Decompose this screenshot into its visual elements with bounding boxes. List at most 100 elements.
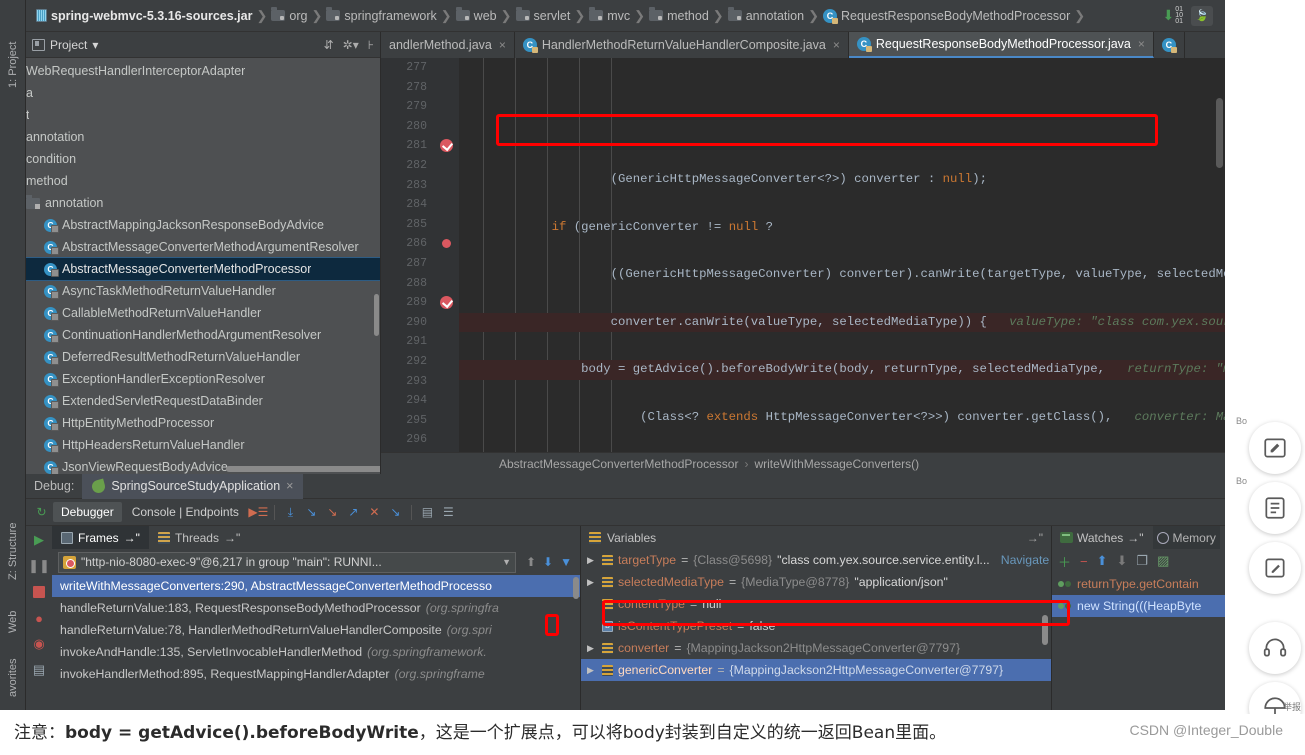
step-out-icon[interactable]: ↗ <box>344 503 363 522</box>
watch-settings-icon[interactable]: ▨ <box>1157 553 1169 569</box>
stack-frame-row[interactable]: invokeHandlerMethod:895, RequestMappingH… <box>52 663 580 685</box>
fab-support[interactable] <box>1249 622 1301 674</box>
tree-item-class[interactable]: C AbstractMessageConverterMethodArgument… <box>26 236 380 258</box>
watch-row[interactable]: returnType.getContain <box>1052 573 1225 595</box>
expand-triangle-icon[interactable]: ▶ <box>587 643 597 654</box>
close-icon[interactable]: × <box>833 38 840 52</box>
breadcrumb-org[interactable]: org <box>269 3 309 29</box>
remove-watch-icon[interactable]: − <box>1080 554 1088 569</box>
editor-tab-handler-method-return-value-handler-composite[interactable]: C HandlerMethodReturnValueHandlerComposi… <box>515 32 849 58</box>
tree-item-class-selected[interactable]: C AbstractMessageConverterMethodProcesso… <box>26 257 380 281</box>
layout-settings-icon[interactable]: ☰ <box>439 503 458 522</box>
filter-icon[interactable]: ▼ <box>560 555 572 569</box>
thread-selector[interactable]: "http-nio-8080-exec-9"@6,217 in group "m… <box>58 551 516 573</box>
project-tree-vertical-scrollbar[interactable] <box>374 294 379 336</box>
expand-triangle-icon[interactable]: ▶ <box>587 665 597 676</box>
call-stack-list[interactable]: writeWithMessageConverters:290, Abstract… <box>52 575 580 685</box>
copy-icon[interactable]: ❐ <box>1136 553 1148 569</box>
pause-program-icon[interactable]: ❚❚ <box>28 556 50 576</box>
stop-icon[interactable] <box>29 582 49 602</box>
step-into-icon[interactable]: ↘ <box>302 503 321 522</box>
tree-item-class[interactable]: C ExtendedServletRequestDataBinder <box>26 390 380 412</box>
tree-item-class[interactable]: C ExceptionHandlerExceptionResolver <box>26 368 380 390</box>
variable-row[interactable]: ▶ B isContentTypePreset = false <box>581 615 1051 637</box>
sidebar-tab-favorites[interactable]: avorites <box>0 648 26 708</box>
drop-frame-icon[interactable]: ✕ <box>365 503 384 522</box>
project-title[interactable]: Project ▾ <box>32 38 98 52</box>
project-tree[interactable]: WebRequestHandlerInterceptorAdapter a t … <box>26 58 380 474</box>
chevron-down-icon[interactable]: ▼ <box>496 557 511 567</box>
debug-session-tab[interactable]: SpringSourceStudyApplication × <box>82 473 304 499</box>
sidebar-tab-web[interactable]: Web <box>0 600 26 644</box>
variable-row[interactable]: ▶ selectedMediaType = {MediaType@8778} "… <box>581 571 1051 593</box>
breadcrumb-current-method[interactable]: writeWithMessageConverters() <box>754 457 919 471</box>
move-down-icon[interactable]: ⬇ <box>1117 553 1128 569</box>
breadcrumb-class[interactable]: C RequestResponseBodyMethodProcessor <box>821 3 1072 29</box>
tab-threads[interactable]: Threads →" <box>149 526 249 549</box>
mute-breakpoints-icon[interactable]: ◉ <box>29 634 49 654</box>
show-execution-point-icon[interactable]: ▶☰ <box>248 503 268 522</box>
variable-row[interactable]: ▶ converter = {MappingJackson2HttpMessag… <box>581 637 1051 659</box>
stack-frame-row[interactable]: handleReturnValue:183, RequestResponseBo… <box>52 597 580 619</box>
force-step-into-icon[interactable]: ↘ <box>323 503 342 522</box>
editor-tab-handler-method[interactable]: andlerMethod.java × <box>381 32 515 58</box>
variables-settings-icon[interactable]: →" <box>1027 531 1043 545</box>
sort-up-icon[interactable]: ⬆ <box>526 555 536 569</box>
rerun-icon[interactable]: ↻ <box>32 503 51 522</box>
sort-down-icon[interactable]: ⬇ <box>543 555 553 569</box>
editor-vertical-scrollbar[interactable] <box>1216 98 1223 168</box>
tab-frames[interactable]: Frames →" <box>52 526 149 549</box>
view-breakpoints-icon[interactable]: ● <box>29 608 49 628</box>
variables-scrollbar[interactable] <box>1042 615 1048 645</box>
tab-memory[interactable]: Memory <box>1152 526 1220 549</box>
breakpoint-icon[interactable] <box>442 239 451 249</box>
project-tree-horizontal-scrollbar[interactable] <box>226 466 380 472</box>
breakpoint-icon[interactable] <box>440 139 453 153</box>
breadcrumb-servlet[interactable]: servlet <box>514 3 573 29</box>
breadcrumb-jar[interactable]: spring-webmvc-5.3.16-sources.jar <box>34 3 254 29</box>
breadcrumb-mvc[interactable]: mvc <box>587 3 632 29</box>
expand-triangle-icon[interactable]: ▶ <box>587 555 597 566</box>
code-text[interactable]: (GenericHttpMessageConverter<?>) convert… <box>459 58 1225 452</box>
variable-row[interactable]: ▶ targetType = {Class@5698} "class com.y… <box>581 549 1051 571</box>
chevron-down-icon[interactable]: ▾ <box>92 38 98 52</box>
fab-article[interactable] <box>1249 482 1301 534</box>
tree-item[interactable]: a <box>26 82 380 104</box>
fab-write[interactable] <box>1249 542 1301 594</box>
tree-item[interactable]: WebRequestHandlerInterceptorAdapter <box>26 60 380 82</box>
tree-item[interactable]: annotation <box>26 126 380 148</box>
stack-frame-row[interactable]: handleReturnValue:78, HandlerMethodRetur… <box>52 619 580 641</box>
tree-item-class[interactable]: C AbstractMappingJacksonResponseBodyAdvi… <box>26 214 380 236</box>
editor-tab-request-response-body-method-processor[interactable]: C RequestResponseBodyMethodProcessor.jav… <box>848 32 1154 58</box>
editor-tab-overflow[interactable]: C <box>1154 32 1185 58</box>
sidebar-tab-structure[interactable]: Z: Structure <box>0 505 26 597</box>
breakpoint-icon[interactable] <box>440 296 453 310</box>
watch-row-selected[interactable]: new String(((HeapByte <box>1052 595 1225 617</box>
tab-watches[interactable]: Watches →" <box>1056 531 1148 545</box>
step-over-icon[interactable]: ⤓ <box>281 503 300 522</box>
tab-debugger[interactable]: Debugger <box>53 502 122 522</box>
breadcrumb-current-class[interactable]: AbstractMessageConverterMethodProcessor <box>499 457 738 471</box>
editor-gutter[interactable]: 277 278 279 280 281 282 283 284 285 286 … <box>381 58 459 452</box>
fab-edit[interactable] <box>1249 422 1301 474</box>
tree-item-package[interactable]: annotation <box>26 192 380 214</box>
run-configuration-icon[interactable]: 🍃 <box>1191 5 1213 26</box>
tree-item[interactable]: condition <box>26 148 380 170</box>
breadcrumb-springframework[interactable]: springframework <box>324 3 438 29</box>
variable-row-selected[interactable]: ▶ genericConverter = {MappingJackson2Htt… <box>581 659 1051 681</box>
breadcrumb-web[interactable]: web <box>454 3 499 29</box>
move-up-icon[interactable]: ⬆ <box>1097 553 1108 569</box>
tab-console-endpoints[interactable]: Console | Endpoints <box>124 502 247 522</box>
download-sources-icon[interactable]: ⬇ 01 10 01 <box>1162 6 1183 25</box>
tree-item-class[interactable]: C HttpHeadersReturnValueHandler <box>26 434 380 456</box>
tree-item-class[interactable]: C HttpEntityMethodProcessor <box>26 412 380 434</box>
close-icon[interactable]: × <box>286 479 293 493</box>
stack-frame-row[interactable]: writeWithMessageConverters:290, Abstract… <box>52 575 580 597</box>
tree-item[interactable]: method <box>26 170 380 192</box>
variables-list[interactable]: ▶ targetType = {Class@5698} "class com.y… <box>581 549 1051 710</box>
collapse-all-icon[interactable]: ⇵ <box>324 38 334 52</box>
resume-program-icon[interactable]: ▶ <box>29 530 49 550</box>
evaluate-expression-icon[interactable]: ▤ <box>418 503 437 522</box>
sidebar-tab-project[interactable]: 1: Project <box>0 30 26 100</box>
frames-scrollbar[interactable] <box>573 577 579 599</box>
